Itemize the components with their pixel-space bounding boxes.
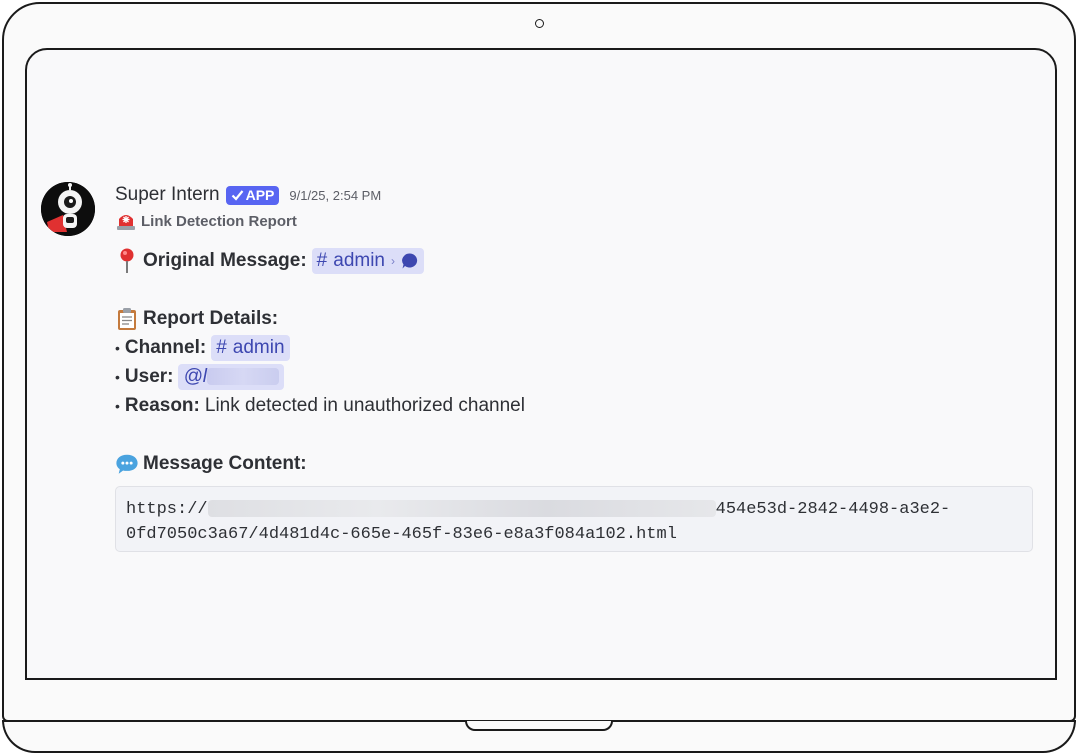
hash-icon: # [316, 249, 328, 271]
user-mention-text: @l [183, 365, 207, 387]
code-line1-end: 454e53d-2842-4498-a3e2- [715, 500, 951, 519]
laptop-notch [465, 721, 613, 731]
redacted-username [207, 368, 279, 385]
bullet: • [115, 339, 120, 356]
channel-name: admin [232, 336, 285, 358]
bullet: • [115, 368, 120, 385]
original-channel-name: admin [333, 249, 385, 271]
code-line1-start: https:// [126, 500, 208, 519]
redacted-url-segment [207, 500, 716, 518]
rotating-light-icon [117, 215, 135, 230]
channel-mention[interactable]: # admin [211, 334, 290, 361]
app-badge-label: APP [245, 187, 275, 203]
channel-label: Channel: [124, 336, 207, 358]
camera-icon [535, 19, 544, 28]
clipboard-icon [115, 307, 139, 331]
user-mention[interactable]: @l [178, 363, 284, 390]
report-details-label: Report Details: [143, 307, 279, 329]
chevron-right-icon: › [391, 253, 395, 268]
reason-line: • Reason: Link detected in unauthorized … [115, 391, 1045, 420]
reason-value: Link detected in unauthorized channel [204, 394, 525, 416]
speech-bubble-icon [402, 252, 418, 268]
channel-line: • Channel: # admin [115, 333, 1045, 362]
code-line-2: 0fd7050c3a67/4d481d4c-665e-465f-83e6-e8a… [126, 525, 677, 544]
message-header: Super Intern APP 9/1/25, 2:54 PM [115, 182, 1045, 208]
speech-balloon-icon [115, 452, 139, 476]
avatar[interactable] [41, 182, 95, 236]
original-message-link[interactable]: # admin › [311, 247, 424, 274]
original-message-label: Original Message: [143, 249, 307, 271]
message-content-heading: Message Content: [115, 449, 1045, 478]
reason-label: Reason: [124, 394, 200, 416]
embed-subtitle: Link Detection Report [115, 210, 1045, 232]
hash-icon: # [216, 336, 227, 358]
message-content: Super Intern APP 9/1/25, 2:54 PM Link De… [115, 182, 1045, 552]
report-details-heading: Report Details: [115, 304, 1045, 333]
screen: Super Intern APP 9/1/25, 2:54 PM Link De… [25, 48, 1057, 680]
bullet: • [115, 397, 120, 414]
message-content-label: Message Content: [143, 452, 307, 474]
code-line-1: https:// 454e53d-2842-4498-a3e2- [126, 497, 1022, 522]
code-block[interactable]: https:// 454e53d-2842-4498-a3e2- 0fd7050c… [115, 486, 1033, 552]
timestamp[interactable]: 9/1/25, 2:54 PM [289, 188, 381, 203]
author-name[interactable]: Super Intern [115, 184, 220, 206]
user-line: • User: @l [115, 362, 1045, 391]
checkmark-icon [231, 190, 243, 201]
original-message-line: Original Message: # admin › [115, 246, 1045, 275]
user-label: User: [124, 365, 174, 387]
subtitle-text: Link Detection Report [141, 212, 297, 230]
app-badge: APP [225, 185, 280, 205]
round-pushpin-icon [115, 248, 139, 274]
